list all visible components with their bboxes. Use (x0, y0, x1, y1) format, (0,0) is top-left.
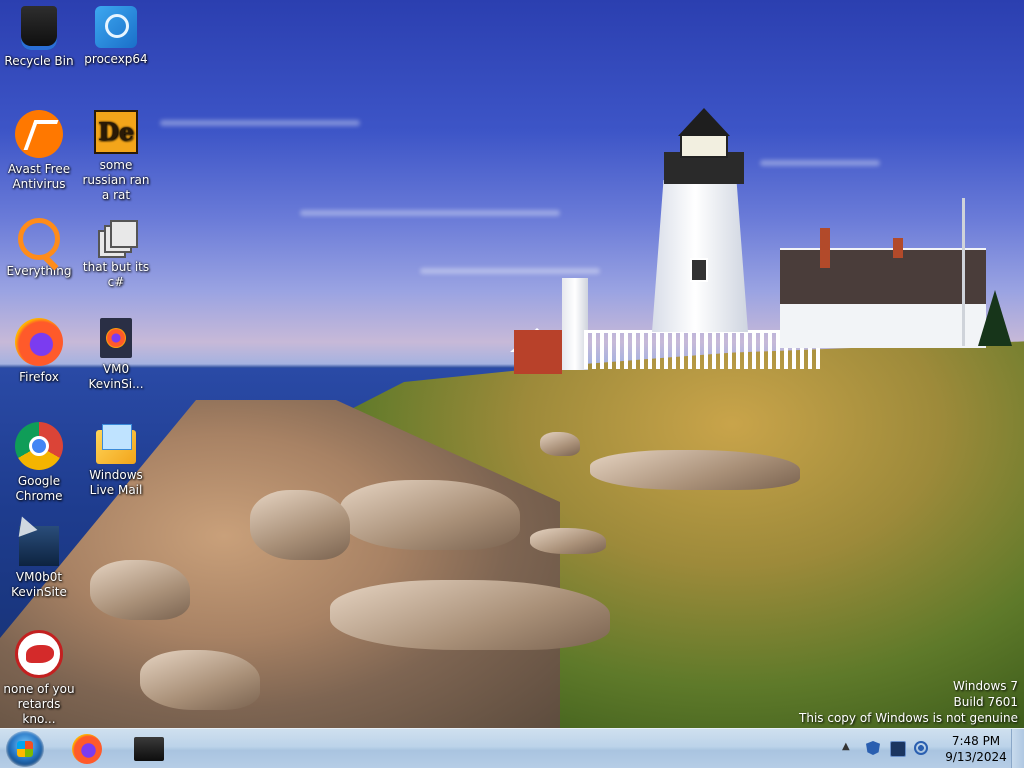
desktop-icon-label: Avast Free Antivirus (7, 162, 71, 191)
desktop-icon-label: Firefox (19, 370, 59, 384)
firefox-document-icon (100, 318, 132, 358)
watermark-os: Windows 7 (952, 679, 1018, 693)
sky-cloud (300, 210, 560, 216)
lighthouse-lantern (680, 134, 728, 158)
shield-icon[interactable] (866, 741, 880, 755)
desktop-icon-google-chrome[interactable]: Google Chrome (1, 422, 77, 504)
sky-cloud (420, 268, 600, 274)
show-hidden-icons-button[interactable]: ▲ (842, 741, 850, 752)
taskbar-vm-console-button[interactable] (126, 731, 176, 767)
sky-cloud (160, 120, 360, 126)
rock (250, 490, 350, 560)
desktop-icon-label: Everything (6, 264, 72, 278)
recycle-bin-icon (21, 6, 57, 50)
desktop-icon-label: none of you retards kno... (3, 682, 75, 726)
de-icon: De (94, 110, 138, 154)
rock (530, 528, 606, 554)
lighthouse-roof (678, 108, 730, 136)
desktop-icon-vm0-kevinsite[interactable]: VM0 KevinSi... (78, 318, 154, 392)
avast-icon (15, 110, 63, 158)
rock (140, 650, 260, 710)
network-icon[interactable] (890, 741, 906, 757)
desktop-icon-avast[interactable]: Avast Free Antivirus (1, 110, 77, 192)
flag-pole (962, 198, 965, 346)
desktop-icon-label: Windows Live Mail (89, 468, 143, 497)
chrome-icon (15, 422, 63, 470)
stacked-windows-icon (98, 220, 138, 258)
rock (330, 580, 610, 650)
red-rat-icon (15, 630, 63, 678)
clock-time: 7:48 PM (951, 734, 1001, 748)
chimney (820, 228, 830, 268)
vm-shortcut-icon (19, 526, 59, 566)
desktop-icon-label: procexp64 (84, 52, 148, 66)
taskbar-firefox-button[interactable] (62, 731, 112, 767)
desktop-icon-firefox[interactable]: Firefox (1, 318, 77, 385)
desktop-icon-label: Recycle Bin (4, 54, 74, 68)
desktop-icon-vm0b0t-kevinsite[interactable]: VM0b0t KevinSite (1, 526, 77, 600)
show-desktop-button[interactable] (1011, 729, 1024, 768)
not-genuine-watermark: Windows 7 Build 7601 This copy of Window… (799, 678, 1018, 726)
lighthouse-window (690, 258, 708, 282)
volume-icon[interactable] (914, 741, 928, 755)
lighthouse-tower (652, 180, 748, 332)
shed (514, 330, 562, 374)
rock (340, 480, 520, 550)
desktop-icon-procexp64[interactable]: procexp64 (78, 6, 154, 67)
rock (540, 432, 580, 456)
desktop-icon-label: Google Chrome (15, 474, 63, 503)
desktop-icon-recycle-bin[interactable]: Recycle Bin (1, 6, 77, 69)
start-button[interactable] (6, 731, 44, 767)
process-explorer-icon (95, 6, 137, 48)
chimney (893, 238, 903, 258)
desktop-wallpaper: Recycle Bin procexp64 Avast Free Antivir… (0, 0, 1024, 728)
desktop-icon-label: some russian ran a rat (82, 158, 150, 202)
everything-search-icon (18, 218, 60, 260)
rock (90, 560, 190, 620)
desktop-icon-everything[interactable]: Everything (1, 214, 77, 279)
system-tray: ▲ 7:48 PM 9/13/2024 (834, 729, 1024, 768)
rock (590, 450, 800, 490)
desktop-icon-windows-live-mail[interactable]: Windows Live Mail (78, 422, 154, 498)
windows-live-mail-icon (96, 424, 136, 464)
watermark-build: Build 7601 (953, 695, 1018, 709)
desktop-icon-label: VM0b0t KevinSite (11, 570, 67, 599)
desktop-icon-label: VM0 KevinSi... (88, 362, 144, 391)
desktop-icon-some-russian-ran-a-rat[interactable]: De some russian ran a rat (78, 110, 154, 203)
clock[interactable]: 7:48 PM 9/13/2024 (938, 733, 1014, 765)
taskbar: ▲ 7:48 PM 9/13/2024 (0, 728, 1024, 768)
desktop-icon-label: that but its c# (82, 260, 150, 289)
watermark-notice: This copy of Windows is not genuine (799, 711, 1018, 725)
sky-cloud (760, 160, 880, 166)
clock-date: 9/13/2024 (945, 750, 1007, 764)
desktop-icon-none-of-you[interactable]: none of you retards kno... (1, 630, 77, 727)
desktop-icon-that-but-its-csharp[interactable]: that but its c# (78, 214, 154, 290)
firefox-icon (15, 318, 63, 366)
house-roof (780, 250, 986, 304)
